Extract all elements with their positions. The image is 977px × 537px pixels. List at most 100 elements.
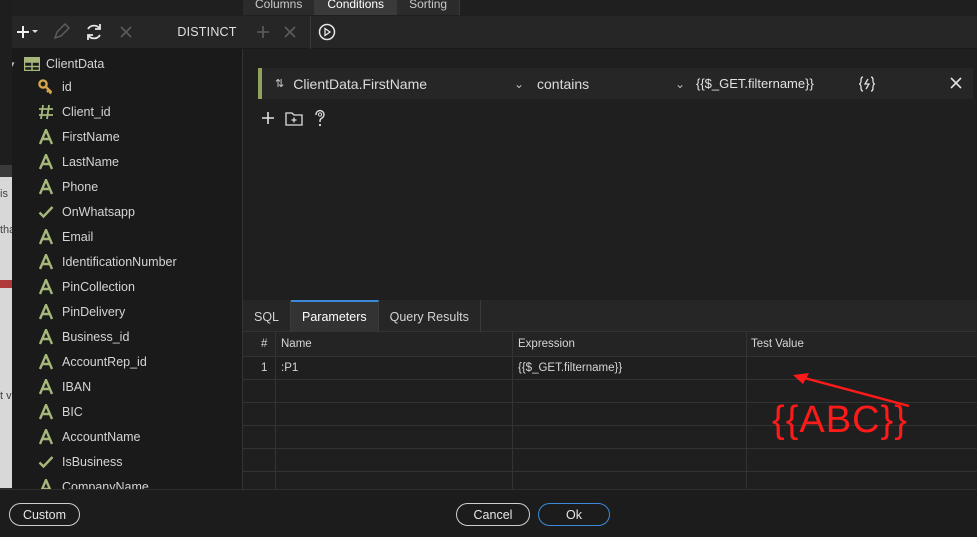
field-item[interactable]: PinCollection: [38, 274, 135, 299]
field-name: Client_id: [62, 104, 111, 119]
text-field-icon: [38, 153, 54, 170]
query-builder-dialog: is tha t v Columns Conditions Sorting DI…: [0, 0, 977, 537]
add-dropdown-button[interactable]: [12, 16, 44, 49]
text-field-icon: [38, 278, 54, 295]
chevron-down-icon[interactable]: ⌄: [514, 68, 524, 99]
field-name: LastName: [62, 154, 119, 169]
field-name: Email: [62, 229, 94, 244]
field-name: BIC: [62, 404, 83, 419]
tree-table-node[interactable]: ▾ ClientData: [12, 53, 104, 75]
field-item[interactable]: Business_id: [38, 324, 129, 349]
edge-text-1: is: [0, 188, 8, 200]
field-name: AccountName: [62, 429, 141, 444]
field-name: CompanyName: [62, 479, 149, 490]
table-row-empty: [243, 449, 977, 472]
condition-row[interactable]: ⇅ ClientData.FirstName ⌄ contains ⌄ {{$_…: [258, 68, 973, 99]
field-item[interactable]: Phone: [38, 174, 98, 199]
text-field-icon: [38, 328, 54, 345]
condition-operator-select[interactable]: contains: [537, 68, 589, 99]
cancel-button[interactable]: Cancel: [456, 503, 530, 526]
field-item[interactable]: BIC: [38, 399, 83, 424]
col-header-name: Name: [281, 338, 312, 350]
field-item[interactable]: OnWhatsapp: [38, 199, 135, 224]
tab-columns[interactable]: Columns: [243, 0, 316, 15]
ok-button[interactable]: Ok: [538, 503, 610, 526]
text-field-icon: [38, 253, 54, 270]
chevron-down-icon: ▾: [12, 58, 15, 69]
check-icon: [38, 454, 54, 470]
field-name: IdentificationNumber: [62, 254, 177, 269]
tab-query-results[interactable]: Query Results: [379, 300, 481, 332]
field-name: Phone: [62, 179, 99, 194]
annotation-label: {{ABC}}: [772, 399, 908, 441]
condition-value-input[interactable]: {{$_GET.filtername}}: [696, 68, 814, 99]
add-condition-toolbar-button[interactable]: [250, 16, 276, 49]
dialog-footer: Custom Cancel Ok: [0, 489, 977, 537]
custom-button[interactable]: Custom: [9, 503, 80, 526]
text-field-icon: [38, 228, 54, 245]
check-icon: [38, 204, 54, 220]
close-icon[interactable]: [950, 77, 962, 92]
refresh-button[interactable]: [78, 16, 110, 49]
field-item[interactable]: Email: [38, 224, 93, 249]
remove-condition-toolbar-button[interactable]: [276, 16, 304, 49]
field-item[interactable]: AccountRep_id: [38, 349, 147, 374]
close-icon: [120, 26, 132, 38]
table-header-row: # Name Expression Test Value: [243, 332, 977, 357]
col-header-expression: Expression: [518, 338, 575, 350]
field-item[interactable]: PinDelivery: [38, 299, 125, 324]
run-query-button[interactable]: [311, 16, 343, 49]
field-item[interactable]: FirstName: [38, 124, 120, 149]
field-name: PinCollection: [62, 279, 135, 294]
edge-text-3: t v: [0, 390, 12, 402]
field-item[interactable]: LastName: [38, 149, 119, 174]
field-name: IsBusiness: [62, 454, 123, 469]
toolbar: DISTINCT: [12, 15, 977, 49]
field-item[interactable]: CompanyName: [38, 474, 149, 489]
table-tree-panel: ▾ ClientData id Client_id FirstName LastNam…: [12, 49, 242, 489]
add-group-button[interactable]: [285, 111, 303, 129]
col-header-num: #: [261, 338, 268, 350]
text-field-icon: [38, 378, 54, 395]
col-divider: [512, 332, 513, 489]
param-expression[interactable]: {{$_GET.filtername}}: [513, 357, 622, 380]
add-condition-button[interactable]: [261, 111, 275, 128]
dynamic-data-picker-icon[interactable]: [858, 75, 876, 96]
plus-icon: [262, 112, 274, 124]
tab-parameters[interactable]: Parameters: [291, 300, 379, 332]
tab-conditions[interactable]: Conditions: [315, 0, 398, 15]
key-icon: [38, 78, 54, 95]
param-name[interactable]: :P1: [276, 357, 298, 380]
conditions-panel: ⇅ ClientData.FirstName ⌄ contains ⌄ {{$_…: [243, 49, 977, 299]
close-icon: [284, 26, 296, 38]
field-item[interactable]: IsBusiness: [38, 449, 122, 474]
condition-field-select[interactable]: ⇅ ClientData.FirstName: [275, 68, 427, 99]
text-field-icon: [38, 178, 54, 195]
field-item[interactable]: IdentificationNumber: [38, 249, 177, 274]
tab-sql[interactable]: SQL: [243, 300, 292, 332]
text-field-icon: [38, 303, 54, 320]
field-name: IBAN: [62, 379, 92, 394]
text-field-icon: [38, 403, 54, 420]
top-tabs: Columns Conditions Sorting: [243, 0, 461, 15]
field-item[interactable]: IBAN: [38, 374, 91, 399]
edit-button[interactable]: [44, 16, 78, 49]
text-field-icon: [38, 353, 54, 370]
refresh-icon: [87, 24, 101, 40]
folder-plus-icon: [285, 111, 303, 126]
field-item[interactable]: Client_id: [38, 99, 111, 124]
add-custom-condition-button[interactable]: [313, 109, 327, 130]
field-name: PinDelivery: [62, 304, 126, 319]
chevron-down-icon[interactable]: ⌄: [675, 68, 685, 99]
condition-field-label: ClientData.FirstName: [293, 75, 428, 92]
field-name: OnWhatsapp: [62, 204, 135, 219]
plus-icon: [257, 26, 269, 38]
field-item[interactable]: AccountName: [38, 424, 141, 449]
distinct-toggle[interactable]: DISTINCT: [177, 16, 236, 49]
table-icon: [24, 57, 40, 71]
tab-sorting[interactable]: Sorting: [397, 0, 461, 15]
field-name: AccountRep_id: [62, 354, 147, 369]
field-item[interactable]: id: [38, 74, 72, 99]
plus-dropdown-icon: [17, 26, 38, 38]
delete-button[interactable]: [110, 16, 142, 49]
